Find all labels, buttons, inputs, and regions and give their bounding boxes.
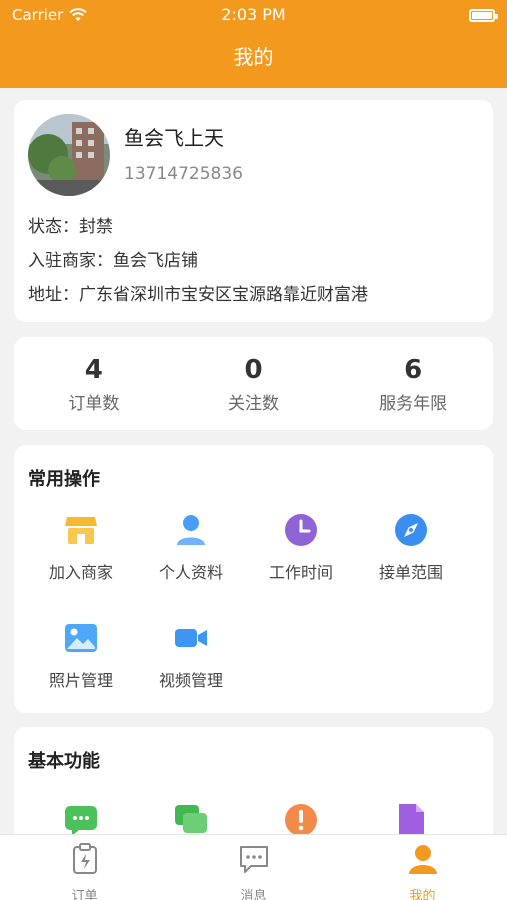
work-hours-button[interactable]: 工作时间	[246, 513, 356, 583]
user-name: 鱼会飞上天	[124, 126, 224, 150]
user-icon	[177, 515, 205, 545]
stat-value: 4	[84, 355, 103, 385]
message-icon	[239, 846, 268, 873]
tab-bar: 订单 消息 我的	[0, 834, 507, 900]
op-label: 接单范围	[378, 563, 443, 582]
common-ops-card: 常用操作 加入商家 个人资料 工作时间 接单范围 照片管理 视频管理	[14, 445, 493, 713]
stat-label: 关注数	[228, 394, 279, 414]
message-icon	[65, 806, 97, 836]
user-phone: 13714725836	[124, 164, 243, 184]
op-label: 照片管理	[48, 671, 113, 690]
stat-follows[interactable]: 0 关注数	[174, 337, 334, 430]
order-icon	[72, 843, 97, 874]
op-label: 工作时间	[268, 563, 333, 582]
tab-label: 我的	[409, 889, 436, 900]
page-title: 我的	[233, 45, 274, 69]
stat-label: 订单数	[68, 394, 120, 414]
status-time: 2:03 PM	[221, 5, 286, 24]
tab-label: 消息	[240, 889, 267, 900]
tab-label: 订单	[71, 889, 98, 900]
document-icon	[399, 804, 424, 836]
video-manage-button[interactable]: 视频管理	[136, 621, 246, 691]
section-title: 基本功能	[28, 751, 100, 772]
order-range-button[interactable]: 接单范围	[356, 513, 466, 583]
stats-card: 4 订单数 0 关注数 6 服务年限	[14, 337, 493, 430]
tab-mine[interactable]: 我的	[338, 835, 507, 900]
join-merchant-button[interactable]: 加入商家	[26, 513, 136, 583]
avatar[interactable]	[28, 114, 110, 196]
stat-orders[interactable]: 4 订单数	[14, 337, 174, 430]
chat-icon	[175, 805, 207, 833]
video-icon	[175, 629, 207, 647]
stat-value: 0	[244, 355, 263, 385]
profile-card[interactable]: 鱼会飞上天 13714725836 状态：封禁 入驻商家：鱼会飞店铺 地址：广东…	[14, 100, 493, 322]
profile-icon	[408, 845, 437, 874]
tab-messages[interactable]: 消息	[169, 835, 338, 900]
photo-manage-button[interactable]: 照片管理	[26, 621, 136, 691]
op-label: 加入商家	[48, 563, 113, 582]
stat-value: 6	[404, 355, 423, 385]
store-icon	[65, 517, 97, 544]
stat-service-years[interactable]: 6 服务年限	[333, 337, 493, 430]
header: Carrier 2:03 PM 我的	[0, 0, 507, 88]
profile-info-button[interactable]: 个人资料	[136, 513, 246, 583]
op-label: 个人资料	[158, 563, 223, 582]
alert-icon	[285, 804, 317, 836]
address-info: 地址：广东省深圳市宝安区宝源路靠近财富港	[28, 285, 368, 305]
clock-icon	[285, 514, 317, 546]
photo-icon	[65, 624, 97, 652]
tab-orders[interactable]: 订单	[0, 835, 169, 900]
account-status: 状态：封禁	[28, 217, 113, 237]
merchant-info: 入驻商家：鱼会飞店铺	[28, 251, 198, 271]
op-label: 视频管理	[158, 671, 223, 690]
compass-icon	[395, 514, 427, 546]
stat-label: 服务年限	[379, 394, 448, 414]
section-title: 常用操作	[28, 469, 100, 490]
